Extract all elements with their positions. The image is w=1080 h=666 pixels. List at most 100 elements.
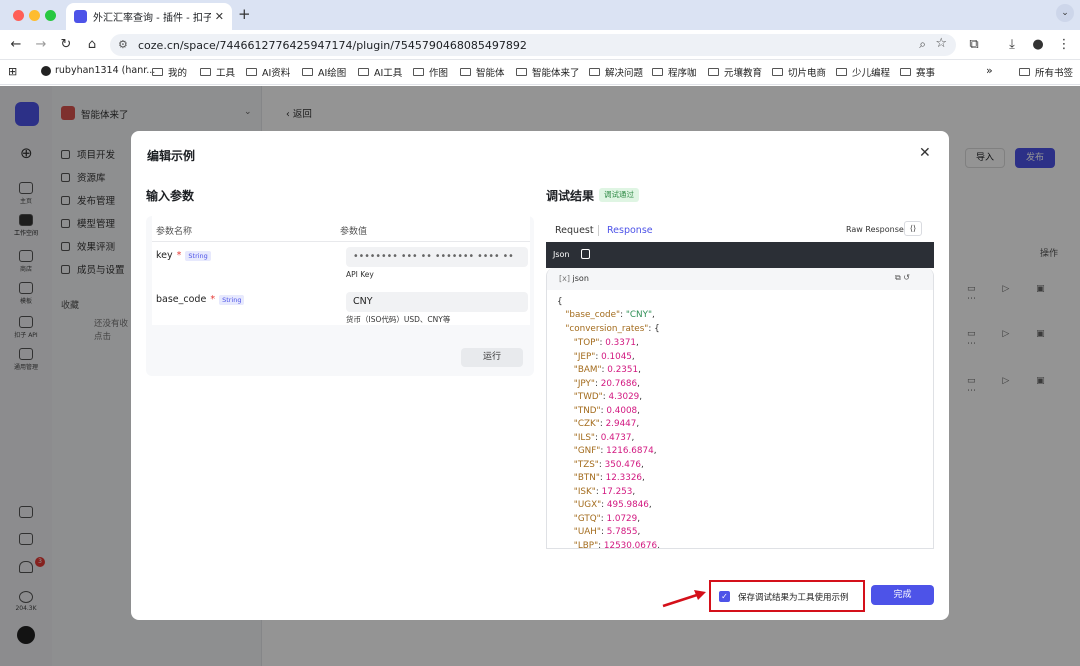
folder-icon bbox=[836, 68, 847, 76]
github-icon bbox=[41, 65, 51, 76]
json-rate-line: "BTN": 12.3326, bbox=[573, 473, 645, 483]
run-button[interactable]: 运行 bbox=[461, 348, 523, 367]
json-rate-line: "GTQ": 1.0729, bbox=[573, 513, 641, 524]
folder-icon bbox=[589, 68, 600, 76]
json-rate-line: "ISK": 17.253, bbox=[573, 486, 636, 497]
bookmark-item[interactable]: rubyhan1314 (hanr... bbox=[41, 65, 155, 76]
checkbox-checked-icon[interactable]: ✓ bbox=[719, 591, 730, 602]
folder-icon bbox=[652, 68, 663, 76]
minimize-window-button[interactable] bbox=[29, 10, 40, 21]
home-icon[interactable]: ⌂ bbox=[84, 37, 100, 52]
bookmark-item[interactable]: 切片电商 bbox=[772, 65, 826, 79]
bookmark-item[interactable]: 程序咖 bbox=[652, 65, 697, 79]
json-rate-line: "JPY": 20.7686, bbox=[573, 378, 640, 389]
new-tab-icon[interactable]: + bbox=[238, 5, 251, 23]
json-rate-line: "CZK": 2.9447, bbox=[573, 419, 640, 429]
format-bar: Json bbox=[546, 242, 934, 268]
folder-icon bbox=[516, 68, 527, 76]
tab-request[interactable]: Request bbox=[555, 225, 594, 236]
json-rate-line: "JEP": 0.1045, bbox=[573, 351, 635, 362]
json-rate-line: "TZS": 350.476, bbox=[573, 459, 644, 470]
bookmark-item[interactable]: 智能体来了 bbox=[516, 65, 580, 79]
close-icon[interactable]: ✕ bbox=[919, 145, 931, 161]
json-rate-line: "UAH": 5.7855, bbox=[573, 527, 641, 537]
bookmark-item[interactable]: AI资料 bbox=[246, 65, 290, 79]
folder-icon bbox=[413, 68, 424, 76]
site-info-icon[interactable]: ⚙ bbox=[118, 38, 128, 51]
bookmark-item[interactable]: 赛事 bbox=[900, 65, 935, 79]
json-rate-line: "TND": 0.4008, bbox=[573, 405, 640, 416]
forward-arrow-icon[interactable]: → bbox=[33, 37, 49, 52]
bookmark-item[interactable]: 工具 bbox=[200, 65, 235, 79]
save-example-option[interactable]: ✓ 保存调试结果为工具使用示例 bbox=[709, 580, 865, 612]
type-tag: String bbox=[185, 250, 211, 261]
browser-menu-icon[interactable]: ⋮ bbox=[1056, 37, 1072, 52]
all-bookmarks[interactable]: 所有书签 bbox=[1019, 65, 1073, 79]
download-icon[interactable]: ⤓ bbox=[1004, 37, 1020, 52]
bookmark-item[interactable]: 少儿编程 bbox=[836, 65, 890, 79]
param-name-base-code: base_code * String bbox=[156, 294, 245, 305]
coze-favicon-icon bbox=[74, 10, 87, 23]
close-tab-icon[interactable]: ✕ bbox=[215, 10, 224, 23]
tab-search-chevron-icon[interactable]: ⌄ bbox=[1056, 4, 1074, 22]
json-viewer-header: [x] json ⧉ ↺ bbox=[547, 268, 933, 290]
tab-divider bbox=[598, 225, 599, 236]
folder-icon bbox=[358, 68, 369, 76]
tab-response[interactable]: Response bbox=[607, 225, 653, 236]
bookmark-item[interactable]: AI工具 bbox=[358, 65, 402, 79]
params-table: 参数名称 参数值 key * String •••••••• ••• •• ••••… bbox=[152, 216, 530, 325]
base-code-value: "CNY" bbox=[625, 310, 653, 320]
reload-icon[interactable]: ↻ bbox=[58, 37, 74, 52]
close-window-button[interactable] bbox=[13, 10, 24, 21]
folder-icon bbox=[1019, 68, 1030, 76]
json-line: { bbox=[557, 297, 563, 307]
raw-response-label: Raw Response bbox=[846, 225, 904, 234]
bookmark-item[interactable]: 我的 bbox=[152, 65, 187, 79]
back-arrow-icon[interactable]: ← bbox=[8, 37, 24, 52]
json-rate-line: "LBP": 12530.0676, bbox=[573, 540, 660, 549]
zoom-icon[interactable]: ⌕ bbox=[919, 37, 926, 52]
done-button[interactable]: 完成 bbox=[871, 585, 934, 605]
folder-icon bbox=[460, 68, 471, 76]
folder-icon bbox=[708, 68, 719, 76]
json-rate-line: "TWD": 4.3029, bbox=[573, 392, 643, 402]
apps-grid-icon[interactable]: ⊞ bbox=[8, 65, 17, 78]
json-format-tab[interactable]: Json bbox=[553, 250, 570, 259]
address-bar[interactable]: ⚙ coze.cn/space/7446612776425947174/plug… bbox=[110, 34, 956, 56]
status-badge: 调试通过 bbox=[599, 188, 639, 202]
browser-tab[interactable]: 外汇汇率查询 - 插件 - 扣子 ✕ bbox=[66, 3, 232, 30]
result-tabs: Request Response Raw Response ⟨⟩ bbox=[546, 216, 934, 242]
input-params-title: 输入参数 bbox=[146, 189, 195, 203]
divider bbox=[152, 241, 530, 242]
folder-icon bbox=[772, 68, 783, 76]
profile-avatar-icon[interactable]: ● bbox=[1030, 37, 1046, 52]
bookmark-item[interactable]: 解决问题 bbox=[589, 65, 643, 79]
param-name-key: key * String bbox=[156, 250, 211, 261]
base-code-input[interactable]: CNY bbox=[346, 292, 528, 312]
key-input[interactable]: •••••••• ••• •• ••••••• •••• •• bbox=[346, 247, 528, 267]
json-line: "base_code": "CNY", bbox=[565, 310, 655, 320]
more-bookmarks-icon[interactable]: » bbox=[986, 64, 993, 77]
folder-icon bbox=[302, 68, 313, 76]
bookmarks-bar: ⊞ rubyhan1314 (hanr... 我的 工具 AI资料 AI绘图 A… bbox=[0, 60, 1080, 85]
folder-icon bbox=[900, 68, 911, 76]
bookmark-item[interactable]: 作图 bbox=[413, 65, 448, 79]
param-hint-base-code: 货币（ISO代码）USD、CNY等 bbox=[346, 315, 451, 324]
url-text: coze.cn/space/7446612776425947174/plugin… bbox=[138, 38, 527, 52]
copy-icon[interactable]: ⧉ ↺ bbox=[895, 273, 910, 283]
params-panel: 参数名称 参数值 key * String •••••••• ••• •• ••••… bbox=[146, 216, 534, 376]
bookmark-item[interactable]: AI绘图 bbox=[302, 65, 346, 79]
json-rate-line: "ILS": 0.4737, bbox=[573, 432, 635, 443]
folder-icon bbox=[200, 68, 211, 76]
bookmark-item[interactable]: 元壤教育 bbox=[708, 65, 762, 79]
json-rate-line: "GNF": 1216.6874, bbox=[573, 446, 657, 456]
raw-response-toggle-icon[interactable]: ⟨⟩ bbox=[904, 221, 922, 236]
bookmark-star-icon[interactable]: ☆ bbox=[935, 36, 947, 51]
bookmark-item[interactable]: 智能体 bbox=[460, 65, 505, 79]
json-line: "conversion_rates": { bbox=[565, 324, 660, 334]
col-value-header: 参数值 bbox=[340, 227, 368, 237]
folder-icon bbox=[152, 68, 163, 76]
maximize-window-button[interactable] bbox=[45, 10, 56, 21]
copy-icon[interactable] bbox=[581, 249, 590, 259]
extensions-icon[interactable]: ⧉ bbox=[966, 37, 982, 52]
